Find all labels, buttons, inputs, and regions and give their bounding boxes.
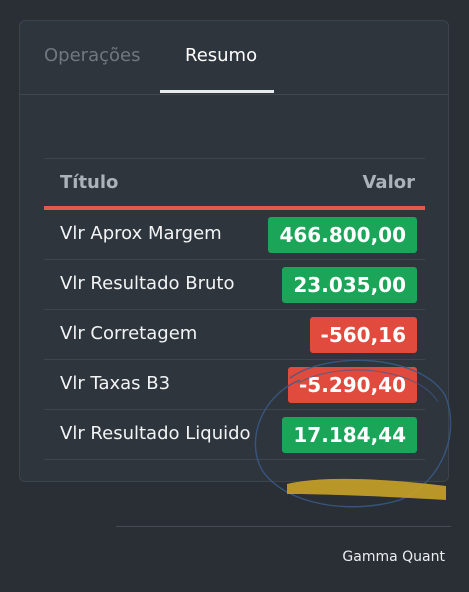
summary-table: Título Valor Vlr Aprox Margem 466.800,00… bbox=[44, 158, 425, 460]
table-row: Vlr Resultado Bruto 23.035,00 bbox=[44, 260, 425, 310]
row-label: Vlr Resultado Bruto bbox=[60, 273, 235, 294]
column-header-value: Valor bbox=[362, 172, 415, 193]
tab-bar: Operações Resumo bbox=[20, 21, 448, 95]
table-body: Vlr Aprox Margem 466.800,00 Vlr Resultad… bbox=[44, 210, 425, 460]
table-header: Título Valor bbox=[44, 158, 425, 210]
value-badge: 17.184,44 bbox=[282, 417, 417, 453]
row-label: Vlr Taxas B3 bbox=[60, 373, 171, 394]
value-badge: 23.035,00 bbox=[282, 267, 417, 303]
tab-resumo[interactable]: Resumo bbox=[185, 43, 257, 69]
value-badge: -5.290,40 bbox=[288, 367, 417, 403]
value-badge: -560,16 bbox=[309, 317, 417, 353]
summary-panel: Operações Resumo Título Valor Vlr Aprox … bbox=[19, 20, 449, 482]
table-row: Vlr Aprox Margem 466.800,00 bbox=[44, 210, 425, 260]
row-label: Vlr Resultado Liquido bbox=[60, 423, 251, 444]
active-tab-indicator bbox=[160, 90, 274, 93]
footer-divider bbox=[116, 526, 451, 527]
table-row: Vlr Resultado Liquido 17.184,44 bbox=[44, 410, 425, 460]
footer-brand: Gamma Quant bbox=[342, 549, 445, 565]
row-label: Vlr Corretagem bbox=[60, 323, 198, 344]
value-badge: 466.800,00 bbox=[268, 217, 417, 253]
table-row: Vlr Taxas B3 -5.290,40 bbox=[44, 360, 425, 410]
column-header-title: Título bbox=[60, 172, 119, 193]
tab-operacoes[interactable]: Operações bbox=[44, 43, 140, 69]
redaction-mark bbox=[287, 478, 446, 500]
table-row: Vlr Corretagem -560,16 bbox=[44, 310, 425, 360]
row-label: Vlr Aprox Margem bbox=[60, 223, 222, 244]
